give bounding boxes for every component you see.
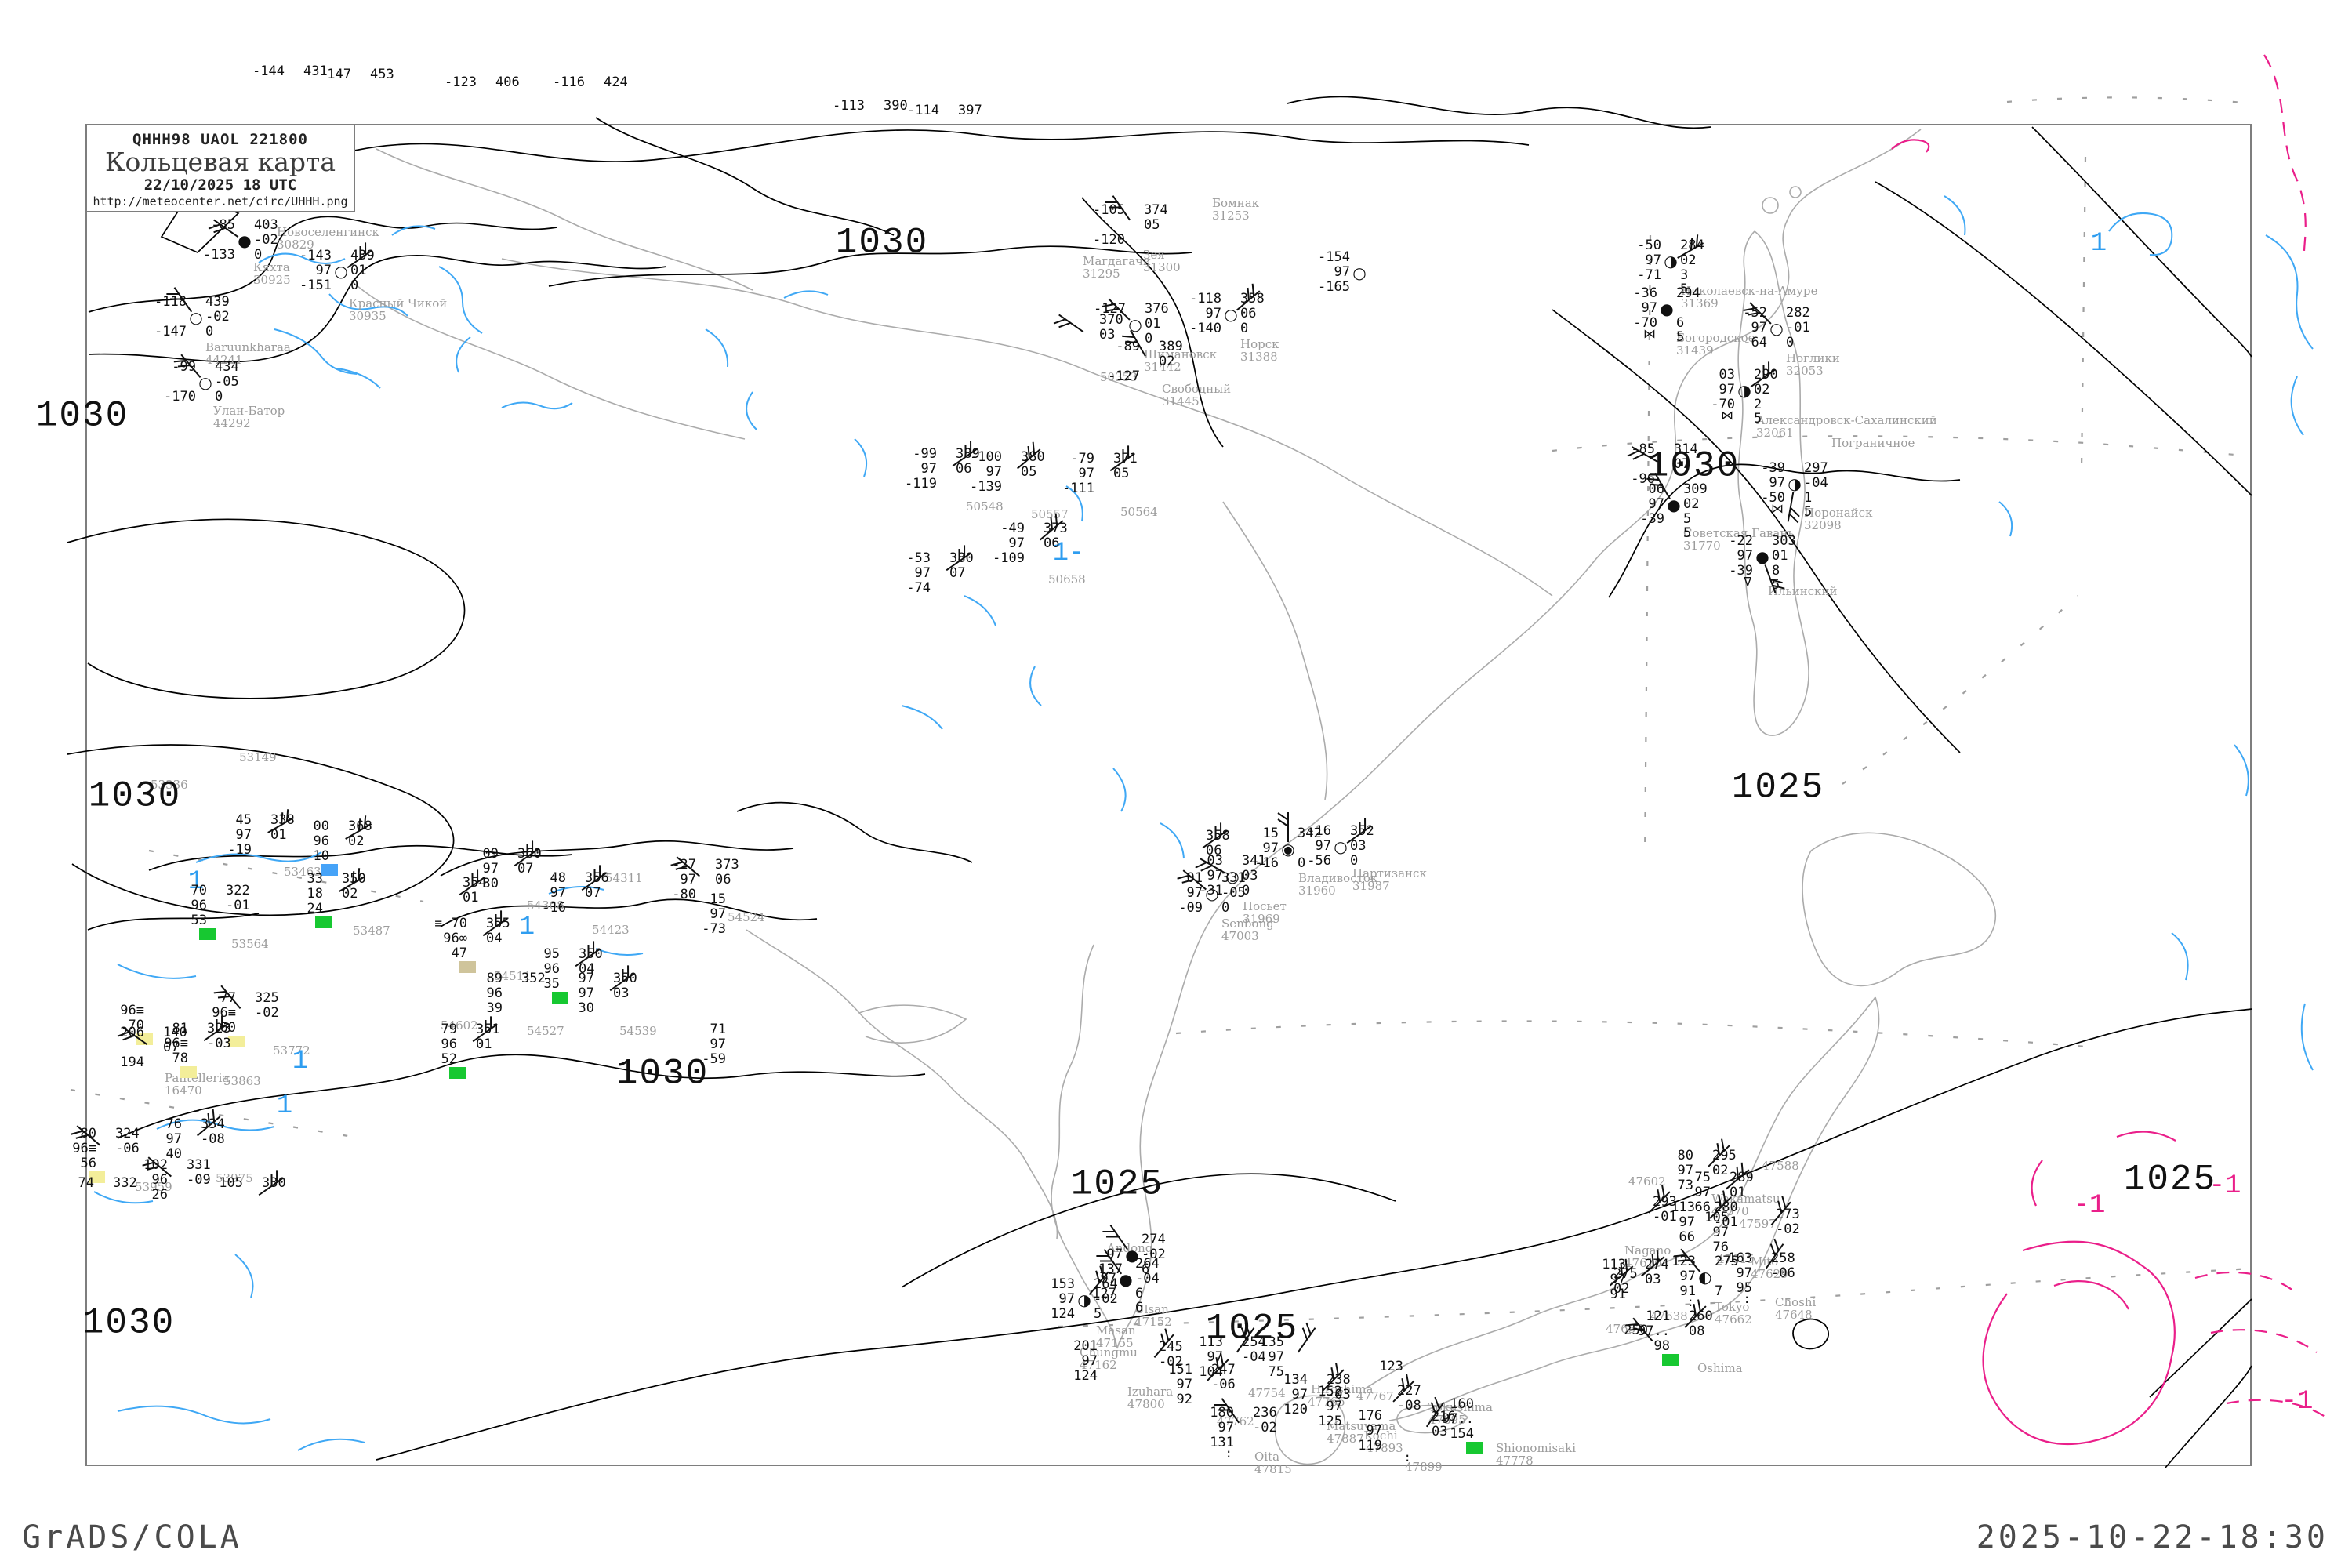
wind-barb <box>1202 822 1228 849</box>
wind-barb <box>1625 1317 1653 1341</box>
station-temperature: -154 <box>1318 249 1350 265</box>
wind-barb <box>482 910 508 937</box>
source-url: http://meteocenter.net/circ/UHHH.png <box>93 194 348 209</box>
wind-barb <box>1765 1238 1784 1269</box>
station-dewpoint: 124 <box>1073 1368 1098 1384</box>
wind-barb <box>1105 195 1131 221</box>
station-pressure: 332 <box>113 1175 137 1191</box>
wind-barb <box>347 242 372 269</box>
wind-barb <box>1236 283 1261 311</box>
station-temperature: -123 <box>445 74 477 90</box>
station-humidity: 97.. <box>1442 1411 1474 1427</box>
station-dewpoint: 53 <box>191 913 207 928</box>
station-temperature: -116 <box>553 74 585 90</box>
station-temperature: -144 <box>252 64 285 79</box>
station-pressure: 352 <box>521 971 546 986</box>
station-dewpoint: 154 <box>1450 1426 1474 1442</box>
station-pressure: 406 <box>495 74 520 90</box>
station-humidity: 97 <box>1326 1399 1342 1414</box>
station-temperature: 152 <box>1318 1384 1342 1399</box>
wind-barb <box>1750 361 1776 388</box>
station-humidity: 97 <box>710 1036 726 1052</box>
station-humidity: 96 <box>191 898 207 913</box>
station-extra-value: 6 <box>1676 315 1685 331</box>
station-pressure: 397 <box>958 103 982 118</box>
map-title: Кольцевая карта <box>104 147 336 177</box>
station-temperature: 89 <box>486 971 503 986</box>
wind-barb <box>1346 818 1372 844</box>
station-humidity: 97 <box>1334 264 1350 280</box>
grads-credit: GrADS/COLA <box>22 1519 242 1555</box>
bulletin-header: QHHH98 UAOL 221800 <box>132 131 308 148</box>
station-pressure: 453 <box>370 67 394 82</box>
station-temperature: -36 <box>1633 285 1657 301</box>
station-dewpoint: -59 <box>702 1051 726 1067</box>
station-humidity: 97 <box>710 906 726 922</box>
stations-layer: -99 97 -119 389 06 -100 97 -139 380 05 -79 97 -111 37… <box>0 0 2352 1568</box>
station-pressure: 294 <box>1676 285 1700 301</box>
station-temperature: -113 <box>833 98 865 114</box>
wind-barb <box>258 1170 284 1196</box>
wind-barb <box>1764 564 1785 593</box>
station-temperature: 70 <box>191 883 207 898</box>
map-datetime: 22/10/2025 18 UTC <box>143 176 297 194</box>
station-dewpoint: 125 <box>1318 1414 1342 1429</box>
cloud-cover-symbol: ● <box>1660 299 1674 319</box>
station-temperature: -114 <box>907 103 939 118</box>
wind-barb <box>670 856 700 877</box>
weather-map-page: Новоселенгинск 30829 Кяхта 30925 Красный Чик… <box>0 0 2352 1568</box>
station-temperature: 160 <box>1450 1396 1474 1412</box>
title-box: QHHH98 UAOL 221800 Кольцевая карта 22/10… <box>85 124 355 212</box>
precip-marker <box>199 928 216 940</box>
station-temperature: 123 <box>1379 1359 1403 1374</box>
station-pressure: 322 <box>226 883 250 898</box>
wind-barb <box>946 545 971 572</box>
station-dewpoint: -165 <box>1318 279 1350 295</box>
station-temperature: 201 <box>1073 1338 1098 1354</box>
station-temperature: 71 <box>710 1022 726 1037</box>
station-pressure: 390 <box>884 98 908 114</box>
station-temperature: 15 <box>710 891 726 907</box>
wind-barb <box>472 1016 498 1043</box>
wind-barb <box>1122 329 1146 357</box>
station-dewpoint: -73 <box>702 921 726 937</box>
wind-barb <box>173 354 201 378</box>
wind-barb <box>203 1015 229 1042</box>
wind-barb <box>1646 472 1671 499</box>
wind-barb <box>339 868 366 892</box>
station-temperature: 74 <box>78 1175 94 1191</box>
station-pressure-change: -01 <box>226 898 250 913</box>
station-humidity: 97 <box>1641 300 1657 316</box>
wind-barb <box>609 965 635 992</box>
weather-symbol: ⋈ <box>1643 326 1656 341</box>
station-humidity: 97 <box>1081 1353 1098 1369</box>
precip-marker <box>1466 1442 1483 1454</box>
station-extra-value: 5 <box>1676 329 1685 345</box>
cloud-cover-symbol: ○ <box>1352 263 1367 283</box>
render-timestamp: 2025-10-22-18:30 <box>1976 1519 2328 1555</box>
station-pressure: 424 <box>604 74 628 90</box>
wind-barb <box>1214 1398 1240 1424</box>
wind-barb <box>1040 513 1064 541</box>
station-temperature: -147 <box>319 67 351 82</box>
